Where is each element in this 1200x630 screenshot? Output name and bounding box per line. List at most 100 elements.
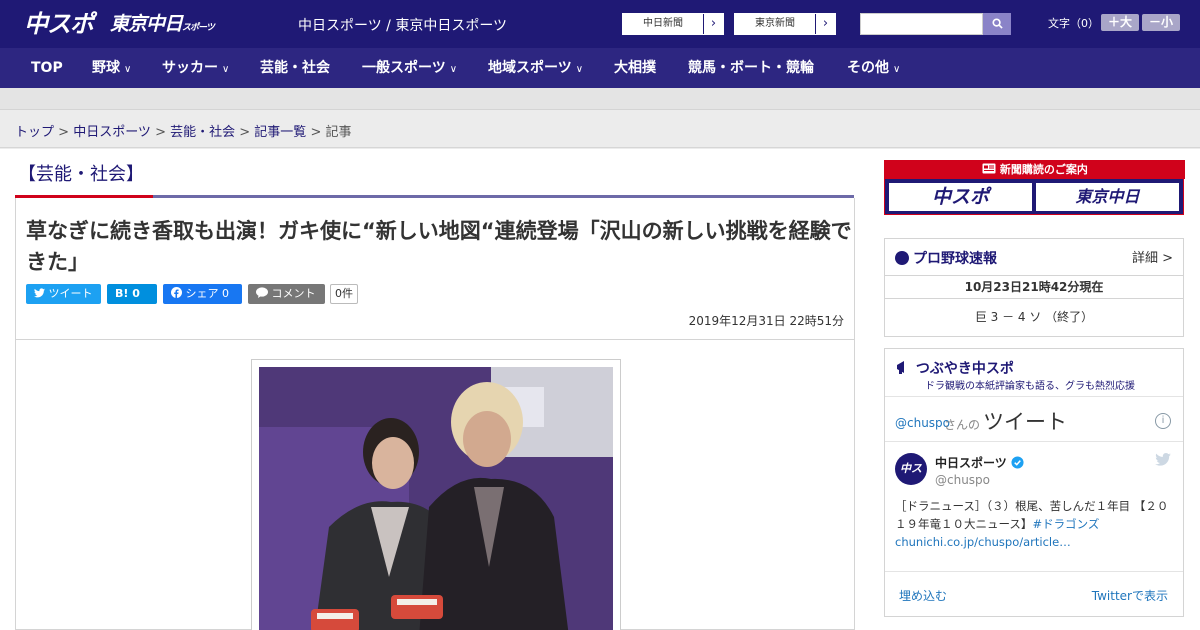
site-header: 中スポ 東京中日スポーツ 中日スポーツ / 東京中日スポーツ 中日新聞 › 東京… [0, 0, 1200, 48]
embed-link[interactable]: 埋め込む [899, 587, 947, 604]
chevron-right-icon: › [815, 14, 835, 34]
subscription-ad-title: 新聞購読のご案内 [885, 160, 1185, 179]
tweet-user-name-text: 中日スポーツ [935, 456, 1007, 470]
twitter-account-suffix: さんの [944, 418, 981, 432]
twitter-widget-header: @chuspo さんの ツイート i [885, 396, 1183, 442]
tokyo-shimbun-link[interactable]: 東京新聞 › [734, 13, 836, 35]
category-title: 【芸能・社会】 [18, 164, 144, 185]
article-photo-frame [251, 359, 621, 630]
twitter-icon [34, 288, 45, 298]
subscription-ad: 新聞購読のご案内 中スポ 東京中日 [884, 160, 1185, 215]
verified-badge-icon [1011, 456, 1024, 469]
tokyo-chunichi-logo[interactable]: 東京中日スポーツ [110, 10, 215, 38]
chevron-down-icon: ∨ [575, 64, 584, 75]
twitter-panel-subtitle: ドラ観戦の本紙評論家も語る、グラも熱烈応援 [925, 381, 1135, 392]
breadcrumb-current: 記事 [325, 125, 352, 140]
chuspo-logo[interactable]: 中スポ [24, 8, 94, 40]
nav-label: 地域スポーツ [488, 60, 572, 76]
breadcrumb-entertainment[interactable]: 芸能・社会 [170, 125, 235, 140]
tweet-user-handle[interactable]: @chuspo [935, 473, 990, 487]
twitter-panel-title: つぶやき中スポ [895, 358, 1014, 378]
nav-label: 競馬・ボート・競輪 [688, 60, 814, 76]
article-photo-image [259, 367, 613, 630]
article: 草なぎに続き香取も出演！ガキ使に“新しい地図“連続登場「沢山の新しい挑戦を経験で… [15, 198, 855, 630]
chunichi-shimbun-link[interactable]: 中日新聞 › [622, 13, 724, 35]
chevron-right-icon: › [703, 14, 723, 34]
nav-item-racing[interactable]: 競馬・ボート・競輪 [688, 48, 814, 88]
comment-button[interactable]: コメント [248, 284, 325, 304]
comment-count: 0件 [330, 284, 358, 304]
tokyo-chunichi-logo-text: 東京中日 [110, 13, 183, 35]
tweet-user-name[interactable]: 中日スポーツ [935, 454, 1024, 471]
tweet-button[interactable]: ツイート [26, 284, 101, 304]
comment-icon [256, 287, 268, 298]
chunichi-shimbun-label: 中日新聞 [643, 18, 683, 29]
font-size-label: 文字（0） [1048, 17, 1099, 30]
newspaper-icon [982, 163, 996, 174]
nav-label: 大相撲 [614, 60, 656, 76]
font-larger-button[interactable]: ＋大 [1101, 14, 1139, 31]
twitter-bird-icon[interactable] [1155, 453, 1171, 470]
breadcrumb-chunichi-sports[interactable]: 中日スポーツ [73, 125, 151, 140]
nav-item-other[interactable]: その他 ∨ [847, 48, 900, 88]
baseball-score[interactable]: 巨 3 － 4 ソ （終了） [885, 308, 1183, 325]
nav-item-entertainment[interactable]: 芸能・社会 [260, 48, 330, 88]
chevron-down-icon: ∨ [893, 64, 901, 75]
megaphone-icon [897, 361, 904, 374]
view-on-twitter-link[interactable]: Twitterで表示 [1092, 587, 1168, 604]
hatena-bookmark-button[interactable]: B! 0 [107, 284, 157, 304]
sub-nav-strip [0, 88, 1200, 110]
nav-item-baseball[interactable]: 野球 ∨ [92, 48, 131, 88]
nav-item-sumo[interactable]: 大相撲 [614, 48, 656, 88]
tokyo-shimbun-label: 東京新聞 [755, 18, 795, 29]
article-photo[interactable] [259, 367, 613, 630]
subscribe-tokyo-chunichi-button[interactable]: 東京中日 [1036, 183, 1179, 211]
facebook-share-button[interactable]: シェア 0 [163, 284, 242, 304]
tweet-label: ツイート [48, 287, 93, 300]
font-smaller-button[interactable]: －小 [1142, 14, 1180, 31]
nav-label: 一般スポーツ [362, 60, 446, 76]
avatar[interactable]: 中ス [895, 453, 927, 485]
baseball-scores-panel: プロ野球速報 詳細 > 10月23日21時42分現在 巨 3 － 4 ソ （終了… [884, 238, 1184, 337]
info-icon[interactable]: i [1155, 413, 1171, 429]
nav-item-soccer[interactable]: サッカー ∨ [162, 48, 229, 88]
baseball-timestamp: 10月23日21時42分現在 [885, 275, 1183, 299]
baseball-detail-link[interactable]: 詳細 > [1132, 247, 1173, 266]
search-button[interactable] [983, 13, 1011, 35]
search-input[interactable] [860, 13, 983, 35]
breadcrumb-bar: トップ > 中日スポーツ > 芸能・社会 > 記事一覧 > 記事 [0, 110, 1200, 148]
chevron-down-icon: ∨ [222, 64, 230, 75]
search-icon [991, 18, 1003, 29]
breadcrumb: トップ > 中日スポーツ > 芸能・社会 > 記事一覧 > 記事 [15, 125, 352, 140]
nav-item-local-sports[interactable]: 地域スポーツ ∨ [488, 48, 583, 88]
twitter-widget-title: ツイート [983, 410, 1067, 434]
twitter-widget-footer [885, 571, 1183, 572]
tokyo-chunichi-logo-sub: スポーツ [182, 23, 215, 33]
nav-label: 野球 [92, 60, 120, 76]
twitter-panel-title-text: つぶやき中スポ [915, 361, 1014, 377]
breadcrumb-article-list[interactable]: 記事一覧 [254, 125, 306, 140]
article-headline: 草なぎに続き香取も出演！ガキ使に“新しい地図“連続登場「沢山の新しい挑戦を経験で… [26, 219, 852, 274]
subscription-ad-title-text: 新聞購読のご案内 [999, 163, 1088, 176]
chevron-down-icon: ∨ [124, 64, 132, 75]
tweet-text: ［ドラニュース］（３）根尾、苦しんだ１年目 【２０１９年竜１０大ニュース】#ドラ… [895, 497, 1177, 551]
breadcrumb-top[interactable]: トップ [15, 125, 54, 140]
nav-label: TOP [31, 60, 63, 76]
tweet-hashtag[interactable]: #ドラゴンズ [1032, 517, 1099, 531]
article-header: 草なぎに続き香取も出演！ガキ使に“新しい地図“連続登場「沢山の新しい挑戦を経験で… [16, 198, 854, 340]
twitter-account-handle[interactable]: @chuspo [895, 416, 950, 430]
published-date: 2019年12月31日 22時51分 [688, 314, 844, 328]
baseball-panel-title: プロ野球速報 [895, 248, 997, 268]
nav-label: 芸能・社会 [260, 60, 330, 76]
tweet-link[interactable]: chunichi.co.jp/chuspo/article… [895, 535, 1071, 549]
site-title[interactable]: 中日スポーツ / 東京中日スポーツ [298, 15, 507, 35]
subscribe-chuspo-button[interactable]: 中スポ [889, 183, 1032, 211]
nav-item-top[interactable]: TOP [31, 48, 63, 88]
main-nav: TOP 野球 ∨ サッカー ∨ 芸能・社会 一般スポーツ ∨ 地域スポーツ ∨ 大相撲 … [0, 48, 1200, 88]
nav-item-general-sports[interactable]: 一般スポーツ ∨ [362, 48, 457, 88]
baseball-panel-title-text: プロ野球速報 [913, 251, 997, 267]
twitter-panel: つぶやき中スポ ドラ観戦の本紙評論家も語る、グラも熱烈応援 @chuspo さん… [884, 348, 1184, 617]
nav-label: その他 [847, 60, 889, 76]
facebook-share-label: シェア 0 [185, 287, 230, 300]
baseball-icon [895, 251, 909, 265]
